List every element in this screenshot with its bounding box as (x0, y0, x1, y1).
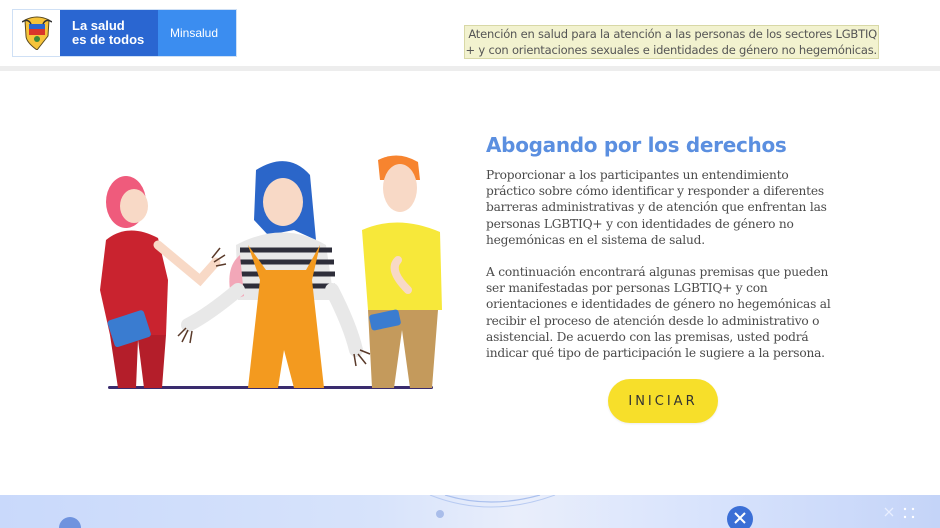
header-notice: Atención en salud para la atención a las… (463, 25, 879, 59)
header-divider (0, 66, 940, 71)
people-illustration (88, 150, 448, 395)
footer-decoration (0, 495, 940, 528)
logo-line-1: La salud (72, 18, 125, 33)
instructions-paragraph: A continuación encontrará algunas premis… (486, 265, 831, 361)
minsalud-logo[interactable]: La salud es de todos Minsalud (12, 9, 237, 57)
notice-line-2: + y con orientaciones sexuales e identid… (465, 43, 878, 57)
header: La salud es de todos Minsalud Atención e… (0, 0, 940, 66)
ministry-label: Minsalud (158, 10, 236, 56)
person-right (362, 155, 442, 388)
coat-of-arms-icon (13, 10, 60, 56)
notice-line-1: Atención en salud para la atención a las… (468, 27, 877, 41)
person-left (100, 176, 227, 388)
start-button[interactable]: INICIAR (608, 379, 718, 423)
logo-line-2: es de todos (72, 32, 145, 47)
logo-slogan: La salud es de todos (60, 10, 158, 56)
intro-paragraph: Proporcionar a los participantes un ente… (486, 168, 827, 247)
section-title: Abogando por los derechos (486, 133, 787, 157)
